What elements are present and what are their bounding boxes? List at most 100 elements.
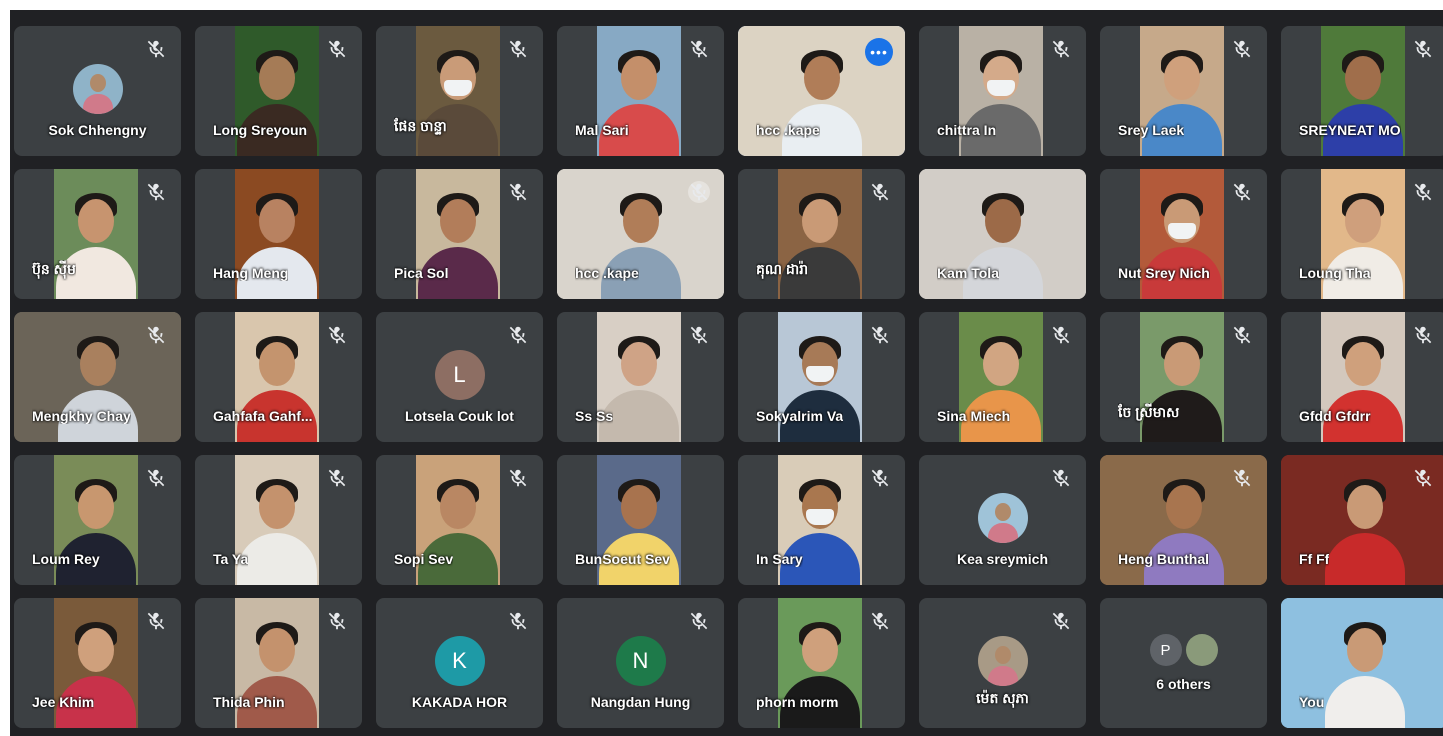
participant-name: Srey Laek xyxy=(1118,122,1185,138)
participant-name: Long Sreyoun xyxy=(213,122,308,138)
face-mask xyxy=(1168,223,1196,239)
person-head xyxy=(803,56,840,100)
participant-name: Thida Phin xyxy=(213,694,285,710)
participant-tile[interactable]: Nut Srey Nich xyxy=(1100,169,1267,299)
person-head xyxy=(802,628,838,672)
participant-tile[interactable]: SREYNEAT MO xyxy=(1281,26,1443,156)
participant-name: SREYNEAT MO xyxy=(1299,122,1401,138)
participant-tile[interactable]: Loum Rey xyxy=(14,455,181,585)
participant-name: Jee Khim xyxy=(32,694,95,710)
participant-tile[interactable]: BunSoeut Sev xyxy=(557,455,724,585)
mic-off-icon xyxy=(1050,610,1072,632)
participant-tile[interactable]: Sok Chhengny xyxy=(14,26,181,156)
avatar-photo-body xyxy=(987,666,1018,686)
participant-name: Gahfafa Gahf... xyxy=(213,408,313,424)
avatar-photo-figure xyxy=(89,74,106,92)
participant-tile[interactable]: ផែន ចាន្ទា xyxy=(376,26,543,156)
participant-tile[interactable]: You xyxy=(1281,598,1443,728)
participant-tile[interactable]: Sopi Sev xyxy=(376,455,543,585)
participant-tile[interactable]: Srey Laek xyxy=(1100,26,1267,156)
participant-tile[interactable]: Gahfafa Gahf... xyxy=(195,312,362,442)
mic-off-icon xyxy=(145,324,167,346)
face-mask xyxy=(806,366,834,382)
mic-off-icon xyxy=(869,467,891,489)
person-head xyxy=(1164,342,1200,386)
participant-tile[interactable]: ••• hcc .kape xyxy=(738,26,905,156)
participant-tile[interactable]: Loung Tha xyxy=(1281,169,1443,299)
person-head xyxy=(983,342,1019,386)
face-mask xyxy=(444,80,472,96)
mic-off-icon xyxy=(145,38,167,60)
participant-grid: Sok Chhengny Long Sreyoun ផែន ចាន្ទា Mal Sa… xyxy=(14,26,1443,728)
participant-name: Nangdan Hung xyxy=(590,694,691,710)
person-head xyxy=(440,199,476,243)
participant-tile[interactable]: P 6 others xyxy=(1100,598,1267,728)
participant-name: Hang Meng xyxy=(213,265,289,281)
more-options-icon[interactable]: ••• xyxy=(865,38,893,66)
participant-name: KAKADA HOR xyxy=(411,694,508,710)
participant-tile[interactable]: phorn morm xyxy=(738,598,905,728)
participant-tile[interactable]: L Lotsela Couk lot xyxy=(376,312,543,442)
mic-off-icon xyxy=(326,324,348,346)
participant-tile[interactable]: Hang Meng xyxy=(195,169,362,299)
person-head xyxy=(78,628,114,672)
person-head xyxy=(1164,56,1200,100)
participant-avatar: N xyxy=(615,636,666,686)
participant-tile[interactable]: ប៊ុន ស៊ីម xyxy=(14,169,181,299)
mic-off-icon xyxy=(145,467,167,489)
participant-name: ចែ ស្រីមាស xyxy=(1118,404,1180,420)
participant-tile[interactable]: ម៉េត សុភា xyxy=(919,598,1086,728)
person-head xyxy=(259,342,295,386)
participant-tile[interactable]: Kea sreymich xyxy=(919,455,1086,585)
person-head xyxy=(1346,485,1383,529)
participant-name: Loum Rey xyxy=(32,551,100,567)
mic-off-icon xyxy=(869,610,891,632)
mic-off-icon xyxy=(507,467,529,489)
mic-off-icon xyxy=(507,181,529,203)
mic-off-icon xyxy=(145,610,167,632)
participant-name: Nut Srey Nich xyxy=(1118,265,1210,281)
participant-tile[interactable]: Thida Phin xyxy=(195,598,362,728)
mic-off-icon xyxy=(1231,467,1253,489)
participant-tile[interactable]: Long Sreyoun xyxy=(195,26,362,156)
participant-name: hcc .kape xyxy=(756,122,820,138)
participant-tile[interactable]: Mengkhy Chay xyxy=(14,312,181,442)
mic-off-icon xyxy=(688,38,710,60)
participant-tile[interactable]: hcc .kape xyxy=(557,169,724,299)
person-head xyxy=(440,485,476,529)
participant-tile[interactable]: Sina Miech xyxy=(919,312,1086,442)
participant-name: Mengkhy Chay xyxy=(32,408,131,424)
person-head xyxy=(78,199,114,243)
face-mask xyxy=(806,509,834,525)
participant-name: ប៊ុន ស៊ីម xyxy=(32,261,76,277)
participant-name: Kam Tola xyxy=(937,265,999,281)
participant-name: Lotsela Couk lot xyxy=(405,408,514,424)
person-head xyxy=(1346,628,1383,672)
participant-tile[interactable]: N Nangdan Hung xyxy=(557,598,724,728)
participant-tile[interactable]: Heng Bunthal xyxy=(1100,455,1267,585)
participant-tile[interactable]: Kam Tola xyxy=(919,169,1086,299)
participant-tile[interactable]: Jee Khim xyxy=(14,598,181,728)
participant-tile[interactable]: គុណ ដារ៉ា xyxy=(738,169,905,299)
participant-avatar xyxy=(72,64,123,114)
participant-tile[interactable]: In Sary xyxy=(738,455,905,585)
participant-tile[interactable]: Ff Ff xyxy=(1281,455,1443,585)
participant-tile[interactable]: Pica Sol xyxy=(376,169,543,299)
participant-tile[interactable]: Sokyalrim Va xyxy=(738,312,905,442)
participant-tile[interactable]: Mal Sari xyxy=(557,26,724,156)
participant-tile[interactable]: Ss Ss xyxy=(557,312,724,442)
participant-tile[interactable]: ចែ ស្រីមាស xyxy=(1100,312,1267,442)
participant-name: hcc .kape xyxy=(575,265,639,281)
participant-name: Ta Ya xyxy=(213,551,249,567)
participant-name: Sina Miech xyxy=(937,408,1011,424)
participant-tile[interactable]: Ta Ya xyxy=(195,455,362,585)
participant-tile[interactable]: K KAKADA HOR xyxy=(376,598,543,728)
person-head xyxy=(1165,485,1202,529)
mic-off-icon xyxy=(507,324,529,346)
face-mask xyxy=(987,80,1015,96)
participant-tile[interactable]: chittra In xyxy=(919,26,1086,156)
mic-off-icon xyxy=(869,324,891,346)
participant-name: ផែន ចាន្ទា xyxy=(394,118,447,134)
participant-name: In Sary xyxy=(756,551,803,567)
participant-tile[interactable]: Gfdd Gfdrr xyxy=(1281,312,1443,442)
